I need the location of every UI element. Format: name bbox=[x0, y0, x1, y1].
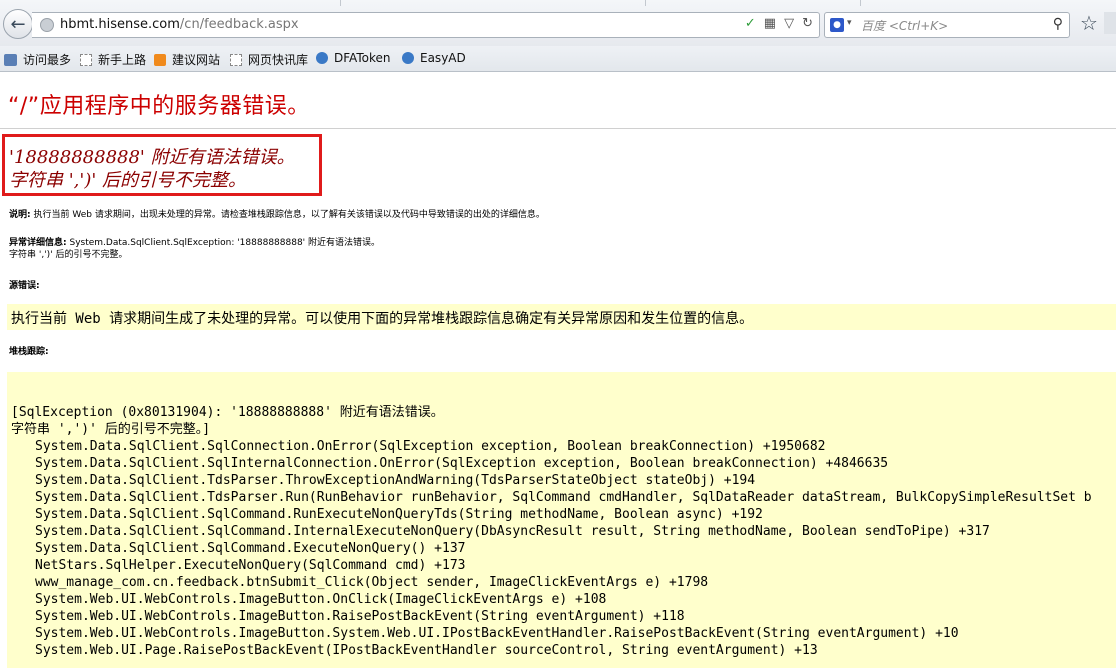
bookmark-easyad[interactable]: EasyAD bbox=[402, 51, 466, 65]
reload-icon[interactable]: ↻ bbox=[802, 16, 813, 31]
qr-code-icon[interactable]: ▦ bbox=[764, 16, 776, 31]
source-error-label: 源错误: bbox=[9, 281, 40, 291]
error-message: '18888888888' 附近有语法错误。 字符串 ',')' 后的引号不完整… bbox=[9, 147, 295, 191]
search-placeholder: 百度 <Ctrl+K> bbox=[861, 19, 949, 33]
stack-header: [SqlException (0x80131904): '18888888888… bbox=[11, 405, 444, 420]
stack-trace-label: 堆栈跟踪: bbox=[9, 347, 49, 357]
search-box[interactable]: ● ▾ 百度 <Ctrl+K> ⚲ bbox=[824, 12, 1070, 38]
stack-line: System.Web.UI.WebControls.ImageButton.Sy… bbox=[35, 626, 959, 641]
engine-dropdown-icon[interactable]: ▾ bbox=[847, 18, 852, 28]
ie-globe-icon bbox=[402, 52, 414, 64]
address-bar[interactable]: hbmt.hisense.com/cn/feedback.aspx ✓ ▦ ▽ … bbox=[32, 12, 820, 38]
browser-toolbar: ← hbmt.hisense.com/cn/feedback.aspx ✓ ▦ … bbox=[0, 0, 1116, 46]
page-content: “/”应用程序中的服务器错误。 '18888888888' 附近有语法错误。 字… bbox=[0, 72, 1116, 668]
stack-line: System.Data.SqlClient.TdsParser.Run(RunB… bbox=[35, 490, 1092, 505]
search-magnifier-icon[interactable]: ⚲ bbox=[1053, 16, 1063, 32]
stack-line: System.Data.SqlClient.SqlCommand.Interna… bbox=[35, 524, 990, 539]
exception-details: 异常详细信息: System.Data.SqlClient.SqlExcepti… bbox=[9, 238, 381, 260]
toolbar-overflow[interactable] bbox=[1104, 12, 1116, 34]
bookmark-suggested-sites[interactable]: 建议网站 bbox=[154, 51, 220, 68]
baidu-paw-icon[interactable]: ● bbox=[830, 18, 844, 32]
stack-line: System.Web.UI.WebControls.ImageButton.On… bbox=[35, 592, 607, 607]
bookmark-most-visited[interactable]: 访问最多 bbox=[4, 51, 71, 68]
suggested-sites-icon bbox=[154, 53, 166, 66]
stack-trace-box: [SqlException (0x80131904): '18888888888… bbox=[7, 372, 1116, 668]
globe-icon bbox=[40, 18, 54, 32]
page-title: “/”应用程序中的服务器错误。 bbox=[8, 94, 310, 119]
bookmark-getting-started[interactable]: 新手上路 bbox=[80, 51, 146, 68]
stack-line: System.Data.SqlClient.SqlInternalConnect… bbox=[35, 456, 889, 471]
shield-icon[interactable]: ✓ bbox=[745, 16, 756, 31]
bookmark-web-slice-gallery[interactable]: 网页快讯库 bbox=[230, 51, 308, 68]
stack-line: www_manage_com.cn.feedback.btnSubmit_Cli… bbox=[35, 575, 709, 590]
title-divider bbox=[0, 128, 1116, 129]
stack-line: NetStars.SqlHelper.ExecuteNonQuery(SqlCo… bbox=[35, 558, 466, 573]
stack-line: System.Web.UI.WebControls.ImageButton.Ra… bbox=[35, 609, 685, 624]
stack-line: System.Data.SqlClient.SqlCommand.RunExec… bbox=[35, 507, 763, 522]
back-arrow-icon: ← bbox=[10, 13, 26, 35]
back-button[interactable]: ← bbox=[3, 9, 33, 39]
bookmark-dfatoken[interactable]: DFAToken bbox=[316, 51, 390, 65]
stack-line: System.Web.UI.Page.RaisePostBackEvent(IP… bbox=[35, 643, 818, 658]
stack-line: System.Data.SqlClient.SqlConnection.OnEr… bbox=[35, 439, 826, 454]
url-text: hbmt.hisense.com/cn/feedback.aspx bbox=[60, 17, 299, 32]
stack-line: System.Data.SqlClient.TdsParser.ThrowExc… bbox=[35, 473, 756, 488]
stack-header: 字符串 ',')' 后的引号不完整。] bbox=[11, 422, 211, 437]
description: 说明: 执行当前 Web 请求期间，出现未处理的异常。请检查堆栈跟踪信息，以了解… bbox=[9, 210, 545, 220]
dropdown-arrow-icon[interactable]: ▽ bbox=[784, 16, 794, 31]
stack-line: System.Data.SqlClient.SqlCommand.Execute… bbox=[35, 541, 466, 556]
bookmarks-bar: 访问最多 新手上路 建议网站 网页快讯库 DFAToken EasyAD bbox=[0, 46, 1116, 72]
source-error-box: 执行当前 Web 请求期间生成了未处理的异常。可以使用下面的异常堆栈跟踪信息确定… bbox=[7, 304, 1116, 330]
page-icon bbox=[230, 53, 242, 66]
bookmark-folder-icon bbox=[4, 53, 17, 66]
ie-globe-icon bbox=[316, 52, 328, 64]
bookmark-star-icon[interactable]: ☆ bbox=[1080, 11, 1098, 35]
page-icon bbox=[80, 53, 92, 66]
tab-strip bbox=[0, 0, 1116, 6]
